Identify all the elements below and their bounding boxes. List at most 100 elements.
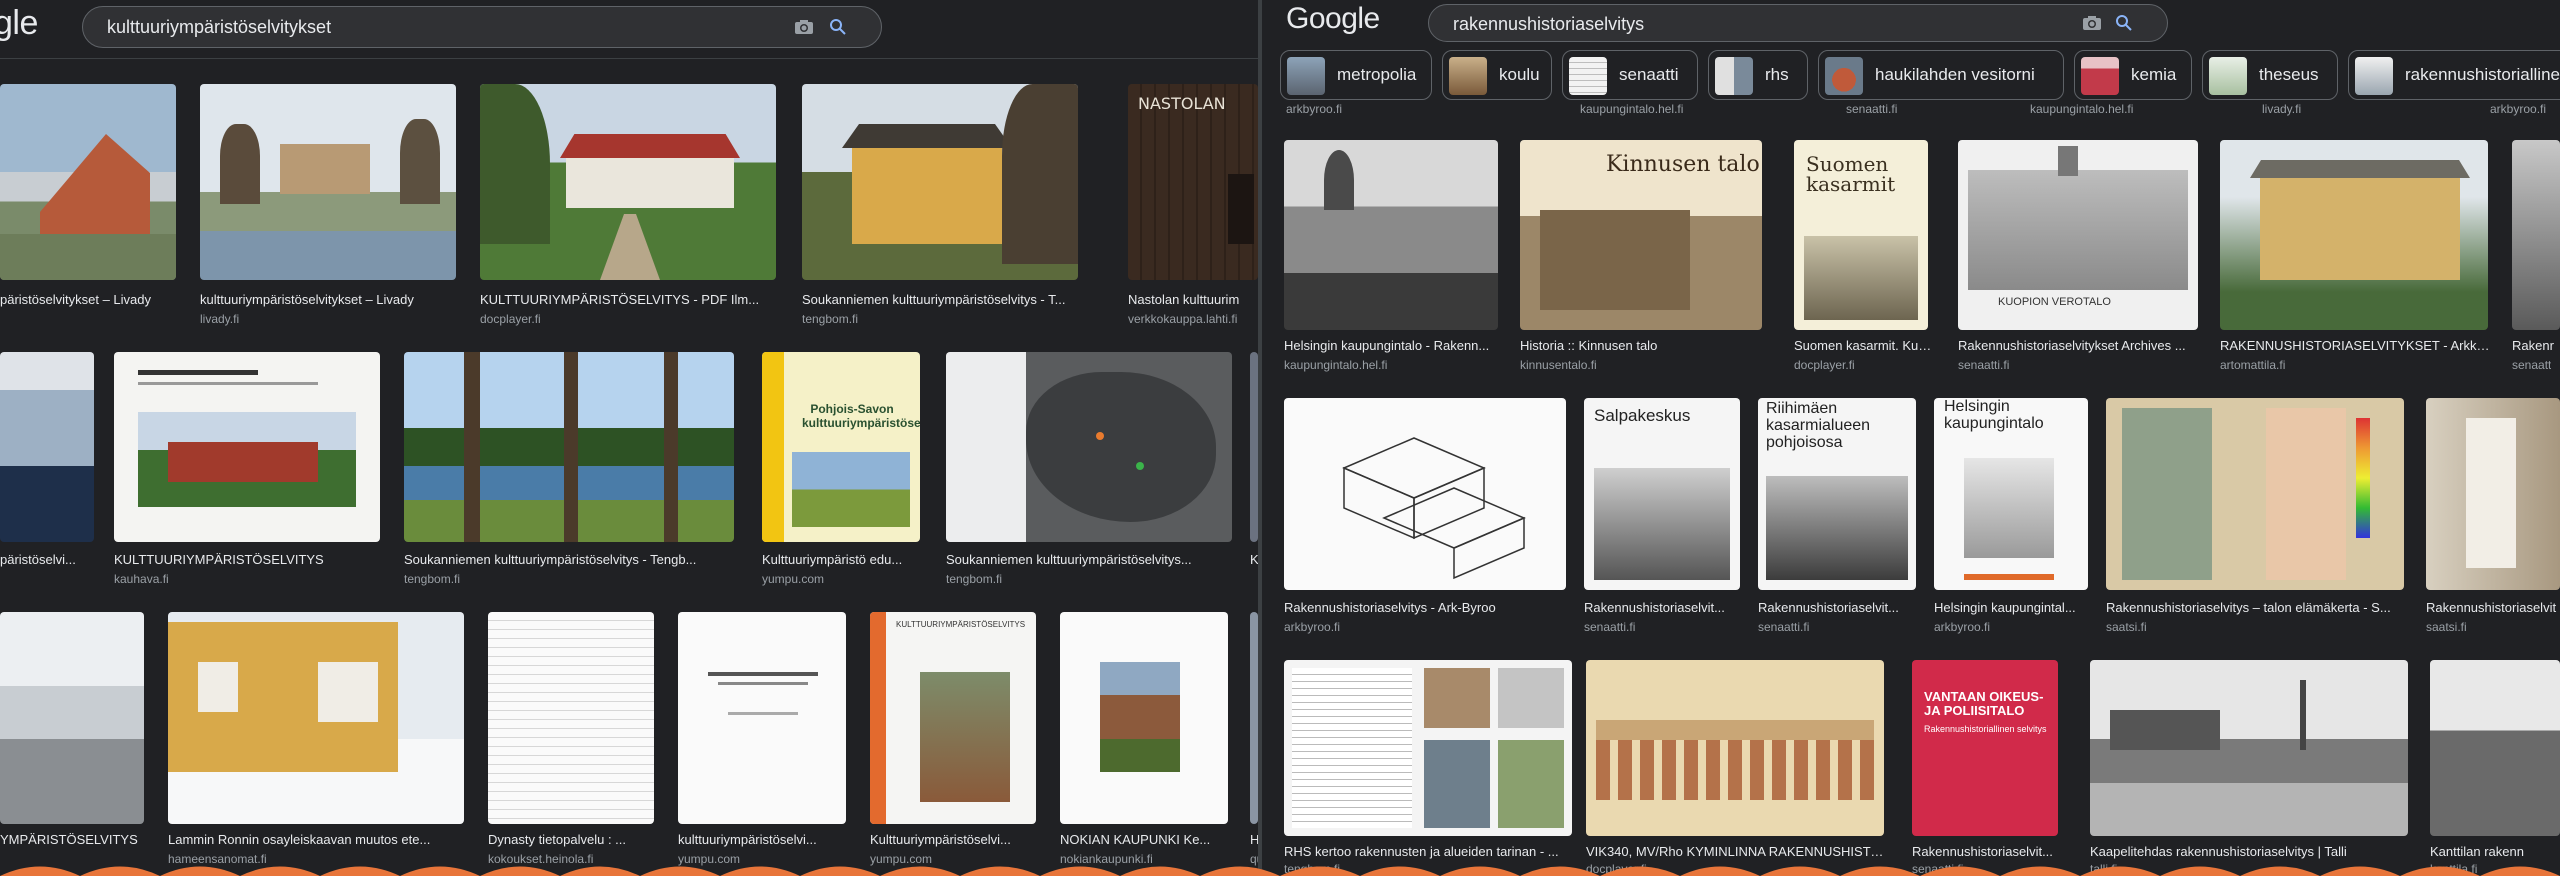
result-title[interactable]: päristöselvitykset – Livady (0, 292, 178, 307)
result-thumbnail[interactable]: NASTOLAN (1128, 84, 1258, 280)
result-thumbnail[interactable] (678, 612, 846, 824)
result-source[interactable]: saatsi.fi (2106, 620, 2147, 634)
result-thumbnail[interactable]: Riihimäen kasarmialueen pohjoisosa (1758, 398, 1916, 590)
result-thumbnail[interactable]: KULTTUURIYMPÄRISTÖSELVITYS (870, 612, 1036, 824)
result-title[interactable]: Historia :: Kinnusen talo (1520, 338, 1764, 353)
image-result[interactable]: VANTAAN OIKEUS- JA POLIISITALO Rakennush… (1912, 660, 2060, 876)
result-thumbnail[interactable] (0, 612, 144, 824)
image-result[interactable]: Soukanniemen kulttuuriympäristöselvitys … (404, 352, 736, 592)
image-result[interactable]: Riihimäen kasarmialueen pohjoisosa Raken… (1758, 398, 1918, 638)
result-source[interactable]: livady.fi (200, 312, 239, 326)
result-title[interactable]: Dynasty tietopalvelu : ... (488, 832, 656, 847)
result-thumbnail[interactable] (2430, 660, 2560, 836)
result-source[interactable]: docplayer.fi (1794, 358, 1855, 372)
google-logo[interactable]: gle (0, 4, 38, 43)
image-result[interactable]: Ha qu (1250, 612, 1258, 866)
result-thumbnail[interactable] (488, 612, 654, 824)
image-result[interactable]: Pohjois-Savon kulttuuriympäristöselvitys… (762, 352, 922, 592)
result-title[interactable]: Helsingin kaupungintal... (1934, 600, 2090, 615)
search-icon[interactable] (2113, 12, 2135, 34)
image-result[interactable]: VIK340, MV/Rho KYMINLINNA RAKENNUSHISTOR… (1586, 660, 1886, 876)
result-thumbnail[interactable] (2220, 140, 2488, 330)
chip-senaatti[interactable]: senaatti (1562, 50, 1698, 100)
result-source[interactable]: kaupungintalo.hel.fi (2030, 102, 2133, 116)
result-source[interactable]: senaatti.fi (1846, 102, 1897, 116)
result-thumbnail[interactable] (1250, 352, 1258, 542)
image-result[interactable]: KULTTUURIYMPÄRISTÖSELVITYS - PDF Ilm... … (480, 84, 778, 334)
result-title[interactable]: Rakennushistoriaselvitykset Archives ... (1958, 338, 2200, 353)
result-title[interactable]: Rakennushistoriaselvit (2426, 600, 2560, 615)
result-title[interactable]: Rakennushistoriaselvit... (1758, 600, 1918, 615)
result-thumbnail[interactable]: Kinnusen talo (1520, 140, 1762, 330)
result-source[interactable]: saatsi.fi (2426, 620, 2467, 634)
result-title[interactable]: Ha (1250, 832, 1258, 847)
result-title[interactable]: NOKIAN KAUPUNKI Ke... (1060, 832, 1230, 847)
result-title[interactable]: Rakennushistoriaselvit... (1584, 600, 1742, 615)
result-source[interactable]: verkkokauppa.lahti.fi (1128, 312, 1237, 326)
result-title[interactable]: Rakennushistoriaselvitys - Ark-Byroo (1284, 600, 1568, 615)
result-thumbnail[interactable] (1060, 612, 1228, 824)
result-source[interactable]: tengbom.fi (802, 312, 858, 326)
result-thumbnail[interactable] (200, 84, 456, 280)
result-source[interactable]: kauhava.fi (114, 572, 169, 586)
result-source[interactable]: arkbyroo.fi (2490, 102, 2546, 116)
image-result[interactable]: Lammin Ronnin osayleiskaavan muutos ete.… (168, 612, 466, 866)
result-title[interactable]: päristöselvi... (0, 552, 96, 567)
result-thumbnail[interactable] (0, 352, 94, 542)
result-source[interactable]: kaupungintalo.hel.fi (1284, 358, 1387, 372)
result-source[interactable]: tengbom.fi (404, 572, 460, 586)
result-source[interactable]: senaatt (2512, 358, 2551, 372)
image-result[interactable]: Helsingin kaupungintalo - Rakenn... kaup… (1284, 140, 1500, 376)
chip-theseus[interactable]: theseus (2202, 50, 2338, 100)
camera-icon[interactable] (2081, 12, 2103, 34)
search-bar[interactable]: kulttuuriympäristöselvitykset (82, 6, 882, 48)
result-title[interactable]: kulttuuriympäristöselvi... (678, 832, 848, 847)
result-source[interactable]: kinnusentalo.fi (1520, 358, 1597, 372)
result-source[interactable]: artomattila.fi (2220, 358, 2285, 372)
result-thumbnail[interactable] (480, 84, 776, 280)
image-result[interactable]: Salpakeskus Rakennushistoriaselvit... se… (1584, 398, 1742, 638)
chip-rakennushistoriallinen[interactable]: rakennushistoriallinen s (2348, 50, 2560, 100)
image-result[interactable]: Rakennushistoriaselvitys – talon elämäke… (2106, 398, 2406, 638)
result-thumbnail[interactable] (1250, 612, 1258, 824)
result-title[interactable]: Soukanniemen kulttuuriympäristöselvitys.… (946, 552, 1234, 567)
result-thumbnail[interactable]: Helsingin kaupungintalo (1934, 398, 2088, 590)
image-result[interactable]: Helsingin kaupungintalo Helsingin kaupun… (1934, 398, 2090, 638)
result-title[interactable]: KULTTUURIYMPÄRISTÖSELVITYS - PDF Ilm... (480, 292, 778, 307)
image-result[interactable]: kulttuuriympäristöselvitykset – Livady l… (200, 84, 458, 334)
image-result[interactable]: kulttuuriympäristöselvi... yumpu.com (678, 612, 848, 866)
image-result[interactable]: KULTTUURIYMPÄRISTÖSELVITYS Kulttuuriympä… (870, 612, 1038, 866)
result-thumbnail[interactable] (1284, 660, 1572, 836)
result-title[interactable]: Rakennushistoriaselvitys – talon elämäke… (2106, 600, 2406, 615)
result-title[interactable]: YMPÄRISTÖSELVITYS (0, 832, 146, 847)
result-thumbnail[interactable] (2426, 398, 2560, 590)
image-result[interactable]: Soukanniemen kulttuuriympäristöselvitys … (802, 84, 1080, 334)
image-result[interactable]: NOKIAN KAUPUNKI Ke... nokiankaupunki.fi (1060, 612, 1230, 866)
result-title[interactable]: kulttuuriympäristöselvitykset – Livady (200, 292, 458, 307)
result-source[interactable]: livady.fi (2262, 102, 2301, 116)
result-thumbnail[interactable]: Pohjois-Savon kulttuuriympäristöselvitys (762, 352, 920, 542)
result-thumbnail[interactable] (2106, 398, 2404, 590)
result-thumbnail[interactable]: VANTAAN OIKEUS- JA POLIISITALO Rakennush… (1912, 660, 2058, 836)
result-thumbnail[interactable] (0, 84, 176, 280)
image-result[interactable]: Kanttilan rakenn kanttila.fi (2430, 660, 2560, 876)
image-result[interactable]: päristöselvitykset – Livady (0, 84, 178, 334)
result-thumbnail[interactable] (1284, 398, 1566, 590)
result-thumbnail[interactable]: KUOPION VEROTALO (1958, 140, 2198, 330)
result-source[interactable]: yumpu.com (762, 572, 824, 586)
search-icon[interactable] (827, 16, 849, 38)
result-source[interactable]: tengbom.fi (946, 572, 1002, 586)
result-title[interactable]: Kulttuuriympäristö edu... (762, 552, 922, 567)
chip-haukilahden-vesitorni[interactable]: haukilahden vesitorni (1818, 50, 2064, 100)
result-title[interactable]: Lammin Ronnin osayleiskaavan muutos ete.… (168, 832, 466, 847)
result-thumbnail[interactable] (2090, 660, 2408, 836)
image-result[interactable]: RAKENNUSHISTORIASELVITYKSET - Arkkit... … (2220, 140, 2490, 376)
image-result[interactable]: Kaapelitehdas rakennushistoriaselvitys |… (2090, 660, 2410, 876)
result-source[interactable]: kaupungintalo.hel.fi (1580, 102, 1683, 116)
image-result[interactable]: Kinnusen talo Historia :: Kinnusen talo … (1520, 140, 1764, 376)
result-thumbnail[interactable]: Suomen kasarmit (1794, 140, 1928, 330)
google-logo[interactable]: Google (1286, 2, 1380, 36)
result-thumbnail[interactable] (2512, 140, 2560, 330)
image-result[interactable]: Dynasty tietopalvelu : ... kokoukset.hei… (488, 612, 656, 866)
search-bar[interactable]: rakennushistoriaselvitys (1428, 4, 2168, 42)
